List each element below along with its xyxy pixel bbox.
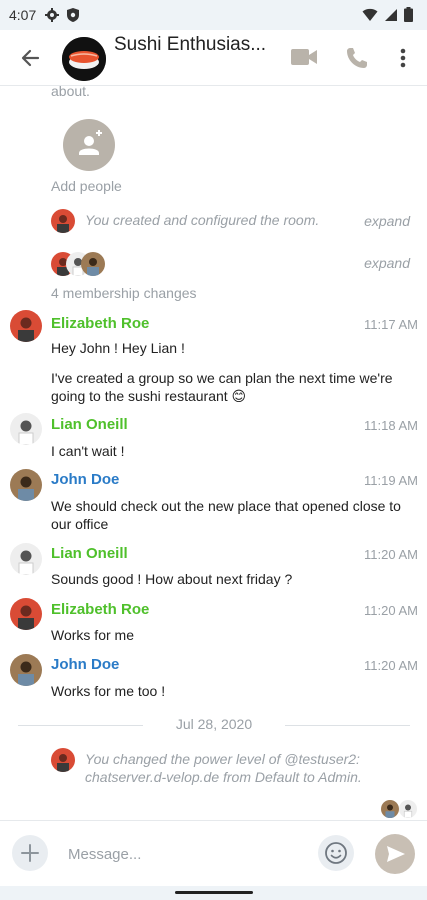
more-options-icon[interactable] xyxy=(397,46,409,70)
avatar-white-icon xyxy=(10,413,42,445)
message-time: 11:17 AM xyxy=(364,317,418,332)
avatar-brown-icon xyxy=(381,800,399,818)
message-time: 11:20 AM xyxy=(364,547,418,562)
wifi-icon xyxy=(362,8,378,21)
message-time: 11:19 AM xyxy=(364,473,418,488)
read-receipt-avatar[interactable] xyxy=(381,800,399,818)
avatar[interactable] xyxy=(10,543,42,575)
date-separator: Jul 28, 2020 xyxy=(18,715,410,735)
avatar-white-icon xyxy=(10,543,42,575)
settings-icon xyxy=(45,8,59,22)
phone-icon[interactable] xyxy=(345,46,369,70)
message-body: I can't wait ! xyxy=(51,443,125,459)
sender-name[interactable]: Elizabeth Roe xyxy=(51,601,149,618)
status-bar: 4:07 xyxy=(0,0,427,30)
send-icon xyxy=(387,846,405,862)
date-separator-label: Jul 28, 2020 xyxy=(175,716,253,732)
power-level-notice: You changed the power level of @testuser… xyxy=(85,751,362,785)
avatar[interactable] xyxy=(10,413,42,445)
avatar xyxy=(81,252,105,276)
system-navigation-bar xyxy=(0,886,427,900)
emoji-button[interactable] xyxy=(318,835,354,871)
app-bar: Sushi Enthusias... xyxy=(0,30,427,86)
sender-name[interactable]: Lian Oneill xyxy=(51,416,128,433)
membership-changes-summary[interactable]: 4 membership changes xyxy=(51,284,197,302)
avatar-red-icon xyxy=(51,748,75,772)
add-people-label[interactable]: Add people xyxy=(51,178,122,194)
message-body: Sounds good ! How about next friday ? xyxy=(51,571,293,587)
avatar[interactable] xyxy=(10,469,42,501)
avatar[interactable] xyxy=(10,598,42,630)
avatar-white-icon xyxy=(399,800,417,818)
expand-link[interactable]: expand xyxy=(364,213,410,229)
sender-name[interactable]: Lian Oneill xyxy=(51,545,128,562)
avatar xyxy=(51,748,75,772)
back-arrow-icon[interactable] xyxy=(16,44,44,72)
avatar xyxy=(51,209,75,233)
avatar[interactable] xyxy=(10,310,42,342)
status-time: 4:07 xyxy=(9,7,37,23)
add-people-button[interactable] xyxy=(63,119,115,171)
room-avatar[interactable] xyxy=(62,37,106,81)
avatar-brown-icon xyxy=(10,654,42,686)
attachment-button[interactable] xyxy=(12,835,48,871)
avatar[interactable] xyxy=(10,654,42,686)
message-body: Hey John ! Hey Lian ! xyxy=(51,340,185,356)
timeline[interactable]: about. Add people You created and config… xyxy=(0,86,427,820)
message-time: 11:20 AM xyxy=(364,603,418,618)
sender-name[interactable]: John Doe xyxy=(51,471,119,488)
smiley-icon xyxy=(325,842,347,864)
message-input[interactable] xyxy=(58,839,298,869)
room-title[interactable]: Sushi Enthusias... xyxy=(114,34,266,56)
home-indicator[interactable] xyxy=(175,891,253,894)
message-composer xyxy=(0,820,427,886)
video-call-icon[interactable] xyxy=(290,46,318,68)
avatar-red-icon xyxy=(10,598,42,630)
divider xyxy=(285,725,410,726)
sender-name[interactable]: John Doe xyxy=(51,656,119,673)
room-created-notice: You created and configured the room. xyxy=(85,212,320,228)
message-body: I've created a group so we can plan the … xyxy=(51,370,393,404)
avatar-brown-icon xyxy=(10,469,42,501)
send-button[interactable] xyxy=(375,834,415,874)
avatar-red-icon xyxy=(10,310,42,342)
sushi-avatar-icon xyxy=(62,37,106,81)
message-body: We should check out the new place that o… xyxy=(51,498,401,532)
message-body: Works for me too ! xyxy=(51,683,166,699)
read-receipt-avatar[interactable] xyxy=(399,800,417,818)
shield-icon xyxy=(67,8,79,22)
battery-icon xyxy=(404,7,413,22)
avatar-red-icon xyxy=(51,209,75,233)
signal-icon xyxy=(385,8,397,21)
expand-link[interactable]: expand xyxy=(364,255,410,271)
avatar-brown-icon xyxy=(81,252,105,276)
plus-icon xyxy=(21,844,39,862)
room-intro-text: about. xyxy=(51,86,90,99)
message-time: 11:18 AM xyxy=(364,418,418,433)
message-time: 11:20 AM xyxy=(364,658,418,673)
add-person-icon xyxy=(79,130,102,155)
message-body: Works for me xyxy=(51,627,134,643)
sender-name[interactable]: Elizabeth Roe xyxy=(51,315,149,332)
